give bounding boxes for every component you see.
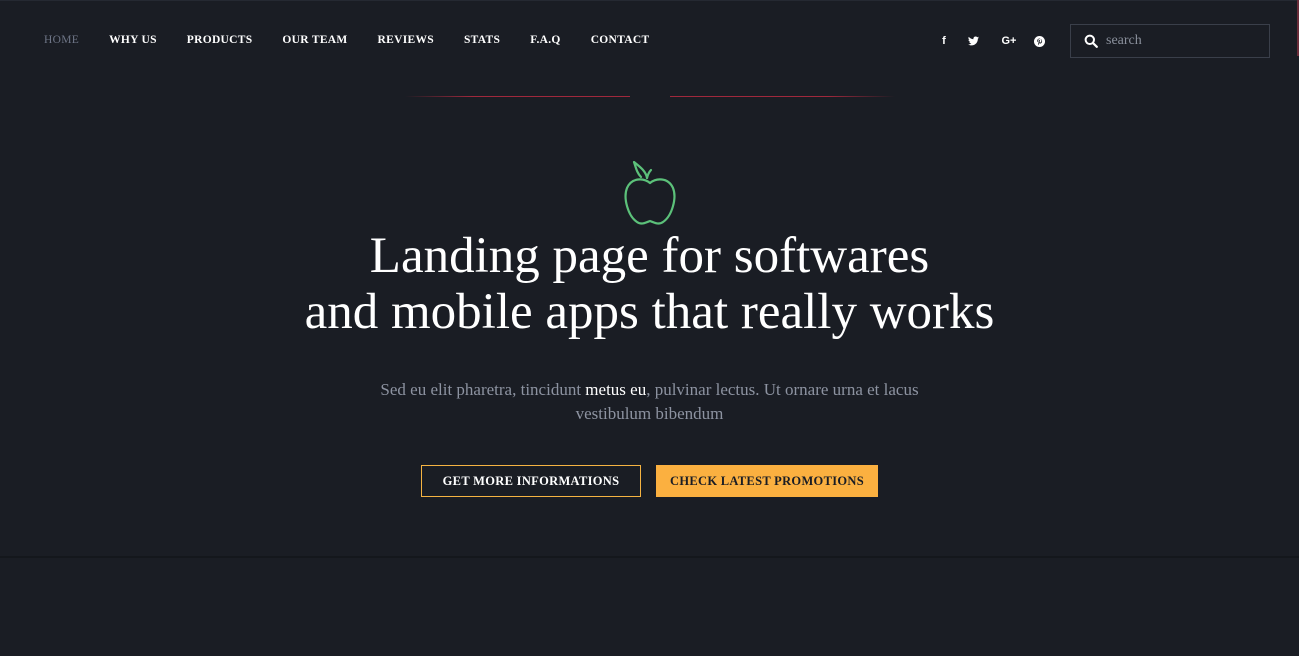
search-box[interactable]	[1070, 24, 1270, 58]
nav-item-why-us[interactable]: WHY US	[109, 33, 157, 47]
nav-item-faq[interactable]: F.A.Q	[530, 33, 560, 47]
decorative-line-right	[670, 96, 895, 97]
search-icon	[1084, 34, 1098, 48]
search-input[interactable]	[1106, 26, 1256, 56]
get-more-info-button[interactable]: GET MORE INFORMATIONS	[421, 465, 641, 497]
hero-subtext-highlight: metus eu	[585, 380, 647, 399]
apple-icon	[624, 160, 676, 227]
hero-headline-line-2: and mobile apps that really works	[304, 284, 995, 340]
social-links: f G+	[935, 33, 1048, 49]
landing-page: HOME WHY US PRODUCTS OUR TEAM REVIEWS ST…	[0, 0, 1299, 656]
nav-item-contact[interactable]: CONTACT	[591, 33, 650, 47]
top-border	[0, 0, 1299, 1]
nav-item-products[interactable]: PRODUCTS	[187, 33, 253, 47]
twitter-icon[interactable]	[964, 33, 982, 49]
decorative-line-left	[405, 96, 630, 97]
main-nav: HOME WHY US PRODUCTS OUR TEAM REVIEWS ST…	[44, 33, 679, 47]
nav-item-reviews[interactable]: REVIEWS	[378, 33, 434, 47]
section-divider	[0, 556, 1299, 558]
check-promotions-button[interactable]: CHECK LATEST PROMOTIONS	[656, 465, 878, 497]
pinterest-icon[interactable]	[1030, 33, 1048, 49]
nav-item-our-team[interactable]: OUR TEAM	[282, 33, 347, 47]
nav-item-home[interactable]: HOME	[44, 33, 79, 47]
facebook-icon[interactable]: f	[935, 33, 953, 49]
google-plus-icon[interactable]: G+	[998, 33, 1020, 49]
hero-subtext: Sed eu elit pharetra, tincidunt metus eu…	[349, 378, 950, 426]
hero-subtext-before: Sed eu elit pharetra, tincidunt	[380, 380, 586, 399]
hero-headline-line-1: Landing page for softwares	[369, 228, 930, 284]
nav-item-stats[interactable]: STATS	[464, 33, 500, 47]
hero-headline: Landing page for softwares and mobile ap…	[0, 228, 1299, 340]
